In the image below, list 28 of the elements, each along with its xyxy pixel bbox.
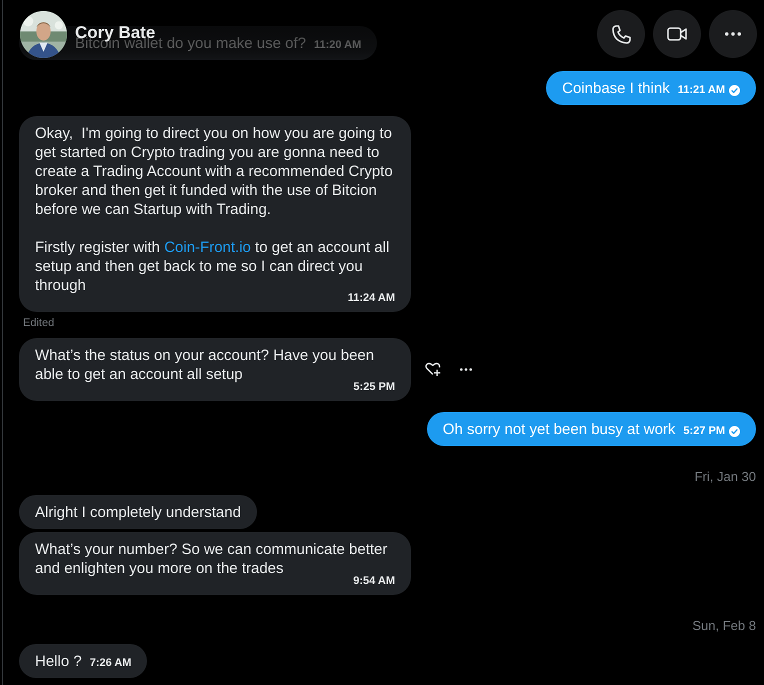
timestamp: 11:24 AM xyxy=(348,291,395,305)
message-text: Okay, I'm going to direct you on how you are going to get started on Crypto trading you are gonna need to create a Trading Account with a recommended Crypto broker and then get it funded with the use of Bitcion before we can Startup with Trading. xyxy=(35,124,394,219)
more-icon xyxy=(460,368,472,371)
video-camera-icon xyxy=(667,27,687,41)
timestamp: 5:25 PM xyxy=(353,380,395,394)
message-text: Oh sorry not yet been busy at work xyxy=(442,420,676,439)
edited-label: Edited xyxy=(23,317,56,330)
message-text: Coinbase I think xyxy=(562,79,670,98)
date-divider: Sun, Feb 8 xyxy=(692,617,756,634)
timestamp: 9:54 AM xyxy=(353,574,395,588)
timestamp: 7:26 AM xyxy=(90,656,132,670)
message-text: Alright I completely understand xyxy=(35,503,241,522)
timestamp: 11:20 AM xyxy=(314,38,362,52)
message-text: What’s your number? So we can communicate better and enlighten you more on the trades xyxy=(35,540,388,577)
timestamp: 11:21 AM xyxy=(678,83,725,97)
more-icon xyxy=(725,32,741,36)
date-divider: Fri, Jan 30 xyxy=(694,468,756,485)
react-button[interactable] xyxy=(425,362,441,377)
link[interactable]: Coin-Front.io xyxy=(164,239,251,256)
more-button[interactable] xyxy=(460,368,472,371)
message-text: Hello ? xyxy=(35,652,82,671)
call-button[interactable] xyxy=(597,10,645,58)
message-text: What’s the status on your account? Have you been able to get an account all setup xyxy=(35,346,374,383)
video-call-button[interactable] xyxy=(653,10,701,58)
phone-icon xyxy=(612,24,630,44)
timestamp: 5:27 PM xyxy=(683,424,725,438)
heart-plus-icon xyxy=(425,362,441,377)
message-text: Firstly register with Coin-Front.io to get an account all setup and then get back to me so I can direct you through xyxy=(35,238,390,294)
